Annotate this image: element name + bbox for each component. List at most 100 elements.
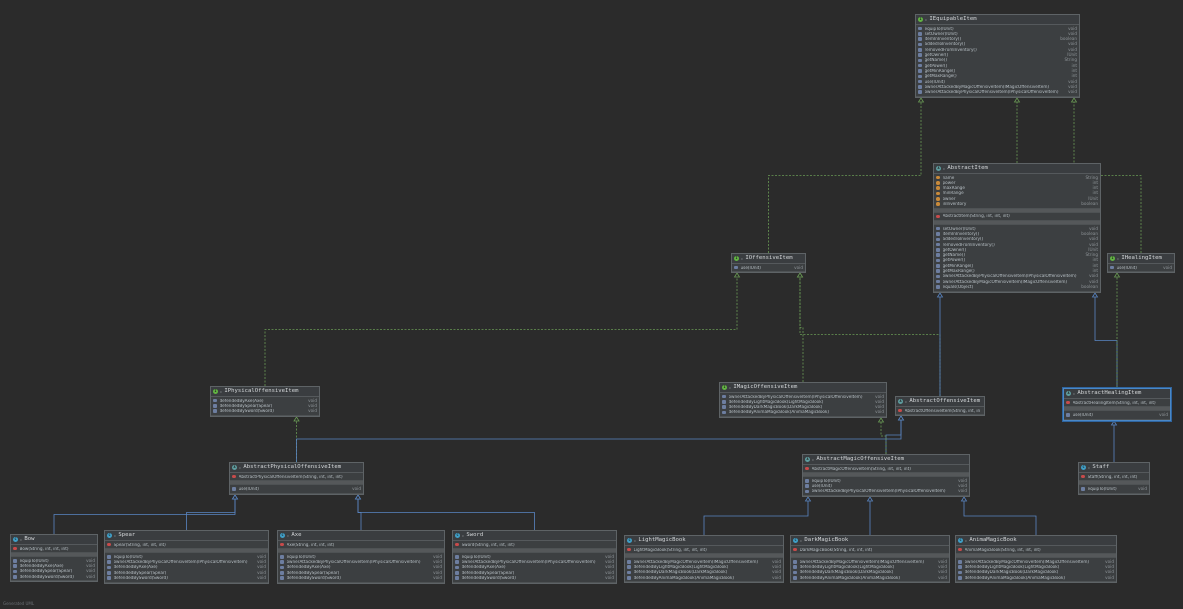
method-row[interactable]: getPower() int bbox=[916, 63, 1079, 68]
method-row[interactable]: defendedBySpear(Spear) void bbox=[11, 569, 97, 574]
constructor-row[interactable]: Spear(String, int, int, int) bbox=[105, 542, 268, 547]
method-row[interactable]: ownerAttackedByPhysicalOffensiveItem(IPh… bbox=[105, 559, 268, 565]
method-row[interactable]: use(IUnit) void bbox=[230, 486, 363, 491]
method-row[interactable]: defendedByLightMagicBook(LightMagicBook)… bbox=[791, 564, 949, 570]
method-row[interactable]: getMaxRange() int bbox=[916, 74, 1079, 79]
field-row[interactable]: owner IUnit bbox=[934, 196, 1100, 201]
method-row[interactable]: defendedByDarkMagicBook(DarkMagicBook) vo… bbox=[720, 404, 886, 410]
method-row[interactable]: defendedByAnimaMagicBook(AnimaMagicBook)… bbox=[956, 575, 1116, 580]
node-header[interactable]: C ▸ Staff bbox=[1079, 463, 1149, 473]
method-row[interactable]: defendedByAxe(Axe) void bbox=[211, 398, 319, 403]
constructor-row[interactable]: Bow(String, int, int, int) bbox=[11, 546, 97, 551]
uml-node-iequipableitem[interactable]: I ▸ IEquipableItem equipTo(IUnit) void setOwn… bbox=[915, 14, 1080, 98]
uml-node-ihealingitem[interactable]: I ▸ IHealingItem use(IUnit) void bbox=[1107, 253, 1175, 274]
method-row[interactable]: getMaxRange() int bbox=[934, 268, 1100, 273]
method-row[interactable]: addedToInventory() void bbox=[916, 42, 1079, 47]
field-row[interactable]: power int bbox=[934, 180, 1100, 185]
uml-node-spear[interactable]: C ▸ Spear Spear(String, int, int, int) equip… bbox=[104, 530, 269, 584]
method-row[interactable]: defendedByDarkMagicBook(DarkMagicBook) vo… bbox=[956, 570, 1116, 575]
node-header[interactable]: C ▸ Spear bbox=[105, 531, 268, 541]
method-row[interactable]: defendedByLightMagicBook(LightMagicBook)… bbox=[956, 564, 1116, 570]
method-row[interactable]: defendedByAnimaMagicBook(AnimaMagicBook)… bbox=[720, 410, 886, 415]
method-row[interactable]: use(IUnit) void bbox=[1064, 412, 1170, 417]
method-row[interactable]: defendedByDarkMagicBook(DarkMagicBook) vo… bbox=[791, 570, 949, 575]
method-row[interactable]: equipTo(IUnit) void bbox=[278, 554, 444, 559]
node-header[interactable]: I ▸ IHealingItem bbox=[1108, 254, 1174, 264]
method-row[interactable]: addedToInventory() void bbox=[934, 237, 1100, 242]
uml-node-axe[interactable]: C ▸ Axe Axe(String, int, int, int) equipTo(I… bbox=[277, 530, 445, 584]
method-row[interactable]: defendedByAxe(Axe) void bbox=[105, 565, 268, 570]
method-row[interactable]: getOwner() IUnit bbox=[934, 247, 1100, 252]
uml-node-ioffensiveitem[interactable]: I ▸ IOffensiveItem use(IUnit) void bbox=[731, 253, 806, 274]
method-row[interactable]: ownerAttackedByMagicOffensiveItem(IMagic… bbox=[934, 279, 1100, 284]
constructor-row[interactable]: AbstractOffensiveItem(String, int, int, … bbox=[896, 408, 984, 413]
method-row[interactable]: setOwner(IUnit) void bbox=[934, 226, 1100, 231]
method-row[interactable]: ownerAttackedByPhysicalOffensiveItem(IPh… bbox=[720, 394, 886, 399]
method-row[interactable]: defendedBySword(Sword) void bbox=[11, 574, 97, 579]
method-row[interactable]: setOwner(IUnit) void bbox=[916, 31, 1079, 36]
uml-node-abstractmagicoffensiveitem[interactable]: A ▸ AbstractMagicOffensiveItem AbstractMagi… bbox=[802, 454, 970, 498]
method-row[interactable]: use(IUnit) void bbox=[732, 265, 805, 270]
method-row[interactable]: use(IUnit) void bbox=[803, 483, 969, 489]
method-row[interactable]: getName() String bbox=[934, 252, 1100, 258]
uml-node-lightmagicbook[interactable]: C ▸ LightMagicBook LightMagicBook(String, i… bbox=[624, 535, 784, 584]
method-row[interactable]: ownerAttackedByMagicOffensiveItem(IMagic… bbox=[916, 84, 1079, 89]
node-header[interactable]: A ▸ AbstractPhysicalOffensiveItem bbox=[230, 463, 363, 473]
method-row[interactable]: use(IUnit) void bbox=[1108, 265, 1174, 270]
method-row[interactable]: defendedByAxe(Axe) void bbox=[278, 565, 444, 570]
node-header[interactable]: C ▸ Sword bbox=[453, 531, 616, 541]
uml-node-imagicoffensiveitem[interactable]: I ▸ IMagicOffensiveItem ownerAttackedByPhys… bbox=[719, 382, 887, 419]
node-header[interactable]: I ▸ IMagicOffensiveItem bbox=[720, 383, 886, 393]
constructor-row[interactable]: AbstractHealingItem(String, int, int, in… bbox=[1064, 400, 1170, 405]
method-row[interactable]: defendedByLightMagicBook(LightMagicBook)… bbox=[625, 564, 783, 570]
node-header[interactable]: A ▸ AbstractItem bbox=[934, 164, 1100, 174]
method-row[interactable]: ownerAttackedByPhysicalOffensiveItem(IPh… bbox=[278, 559, 444, 565]
constructor-row[interactable]: DarkMagicBook(String, int, int, int) bbox=[791, 547, 949, 552]
method-row[interactable]: ownerAttackedByMagicOffensiveItem(IMagic… bbox=[956, 559, 1116, 564]
uml-node-animamagicbook[interactable]: C ▸ AnimaMagicBook AnimaMagicBook(String, i… bbox=[955, 535, 1117, 584]
constructor-row[interactable]: AbstractMagicOffensiveItem(String, int, … bbox=[803, 466, 969, 471]
method-row[interactable]: defendedBySword(Sword) void bbox=[105, 575, 268, 580]
method-row[interactable]: getMinRange() int bbox=[934, 263, 1100, 268]
uml-node-darkmagicbook[interactable]: C ▸ DarkMagicBook DarkMagicBook(String, int… bbox=[790, 535, 950, 584]
constructor-row[interactable]: Axe(String, int, int, int) bbox=[278, 542, 444, 547]
method-row[interactable]: itemInInventory() boolean bbox=[934, 231, 1100, 236]
method-row[interactable]: defendedByAxe(Axe) void bbox=[11, 563, 97, 569]
diagram-canvas[interactable]: I ▸ IEquipableItem equipTo(IUnit) void setOwn… bbox=[0, 0, 1183, 609]
method-row[interactable]: defendedBySword(Sword) void bbox=[278, 575, 444, 580]
method-row[interactable]: defendedByAnimaMagicBook(AnimaMagicBook)… bbox=[791, 575, 949, 580]
constructor-row[interactable]: AbstractPhysicalOffensiveItem(String, in… bbox=[230, 474, 363, 479]
method-row[interactable]: defendedByAxe(Axe) void bbox=[453, 565, 616, 570]
method-row[interactable]: ownerAttackedByMagicOffensiveItem(IMagic… bbox=[791, 559, 949, 564]
method-row[interactable]: ownerAttackedByMagicOffensiveItem(IMagic… bbox=[625, 559, 783, 564]
method-row[interactable]: ownerAttackedByPhysicalOffensiveItem(IPh… bbox=[453, 559, 616, 565]
constructor-row[interactable]: Staff(String, int, int, int) bbox=[1079, 474, 1149, 479]
node-header[interactable]: C ▸ LightMagicBook bbox=[625, 536, 783, 546]
method-row[interactable]: defendedBySpear(Spear) void bbox=[105, 570, 268, 575]
method-row[interactable]: getMinRange() int bbox=[916, 68, 1079, 73]
method-row[interactable]: ownerAttackedByPhysicalOffensiveItem(IPh… bbox=[934, 274, 1100, 279]
method-row[interactable]: getPower() int bbox=[934, 258, 1100, 263]
field-row[interactable]: maxRange int bbox=[934, 185, 1100, 191]
constructor-row[interactable]: AnimaMagicBook(String, int, int, int) bbox=[956, 547, 1116, 552]
method-row[interactable]: equipTo(IUnit) void bbox=[1079, 486, 1149, 491]
method-row[interactable]: defendedBySpear(Spear) void bbox=[453, 570, 616, 575]
method-row[interactable]: ownerAttackedByPhysicalOffensiveItem(IPh… bbox=[803, 489, 969, 494]
method-row[interactable]: equals(Object) boolean bbox=[934, 284, 1100, 289]
method-row[interactable]: removedFromInventory() void bbox=[934, 242, 1100, 247]
uml-node-iphysicaloffensiveitem[interactable]: I ▸ IPhysicalOffensiveItem defendedByAxe(Ax… bbox=[210, 386, 320, 417]
uml-node-abstractitem[interactable]: A ▸ AbstractItem name String power int maxRange… bbox=[933, 163, 1101, 293]
method-row[interactable]: equipTo(IUnit) void bbox=[803, 478, 969, 483]
method-row[interactable]: getOwner() IUnit bbox=[916, 52, 1079, 57]
node-header[interactable]: A ▸ AbstractHealingItem bbox=[1064, 389, 1170, 399]
uml-node-bow[interactable]: C ▸ Bow Bow(String, int, int, int) equipTo(I… bbox=[10, 534, 98, 583]
field-row[interactable]: name String bbox=[934, 175, 1100, 180]
uml-node-abstractphysicaloffensiveitem[interactable]: A ▸ AbstractPhysicalOffensiveItem AbstractP… bbox=[229, 462, 364, 495]
node-header[interactable]: I ▸ IPhysicalOffensiveItem bbox=[211, 387, 319, 397]
field-row[interactable]: minRange int bbox=[934, 191, 1100, 196]
node-header[interactable]: I ▸ IEquipableItem bbox=[916, 15, 1079, 25]
method-row[interactable]: itemInInventory() boolean bbox=[916, 36, 1079, 42]
uml-node-abstracthealingitem[interactable]: A ▸ AbstractHealingItem AbstractHealingItem… bbox=[1063, 388, 1171, 421]
node-header[interactable]: A ▸ AbstractOffensiveItem bbox=[896, 397, 984, 407]
method-row[interactable]: removedFromInventory() void bbox=[916, 47, 1079, 52]
